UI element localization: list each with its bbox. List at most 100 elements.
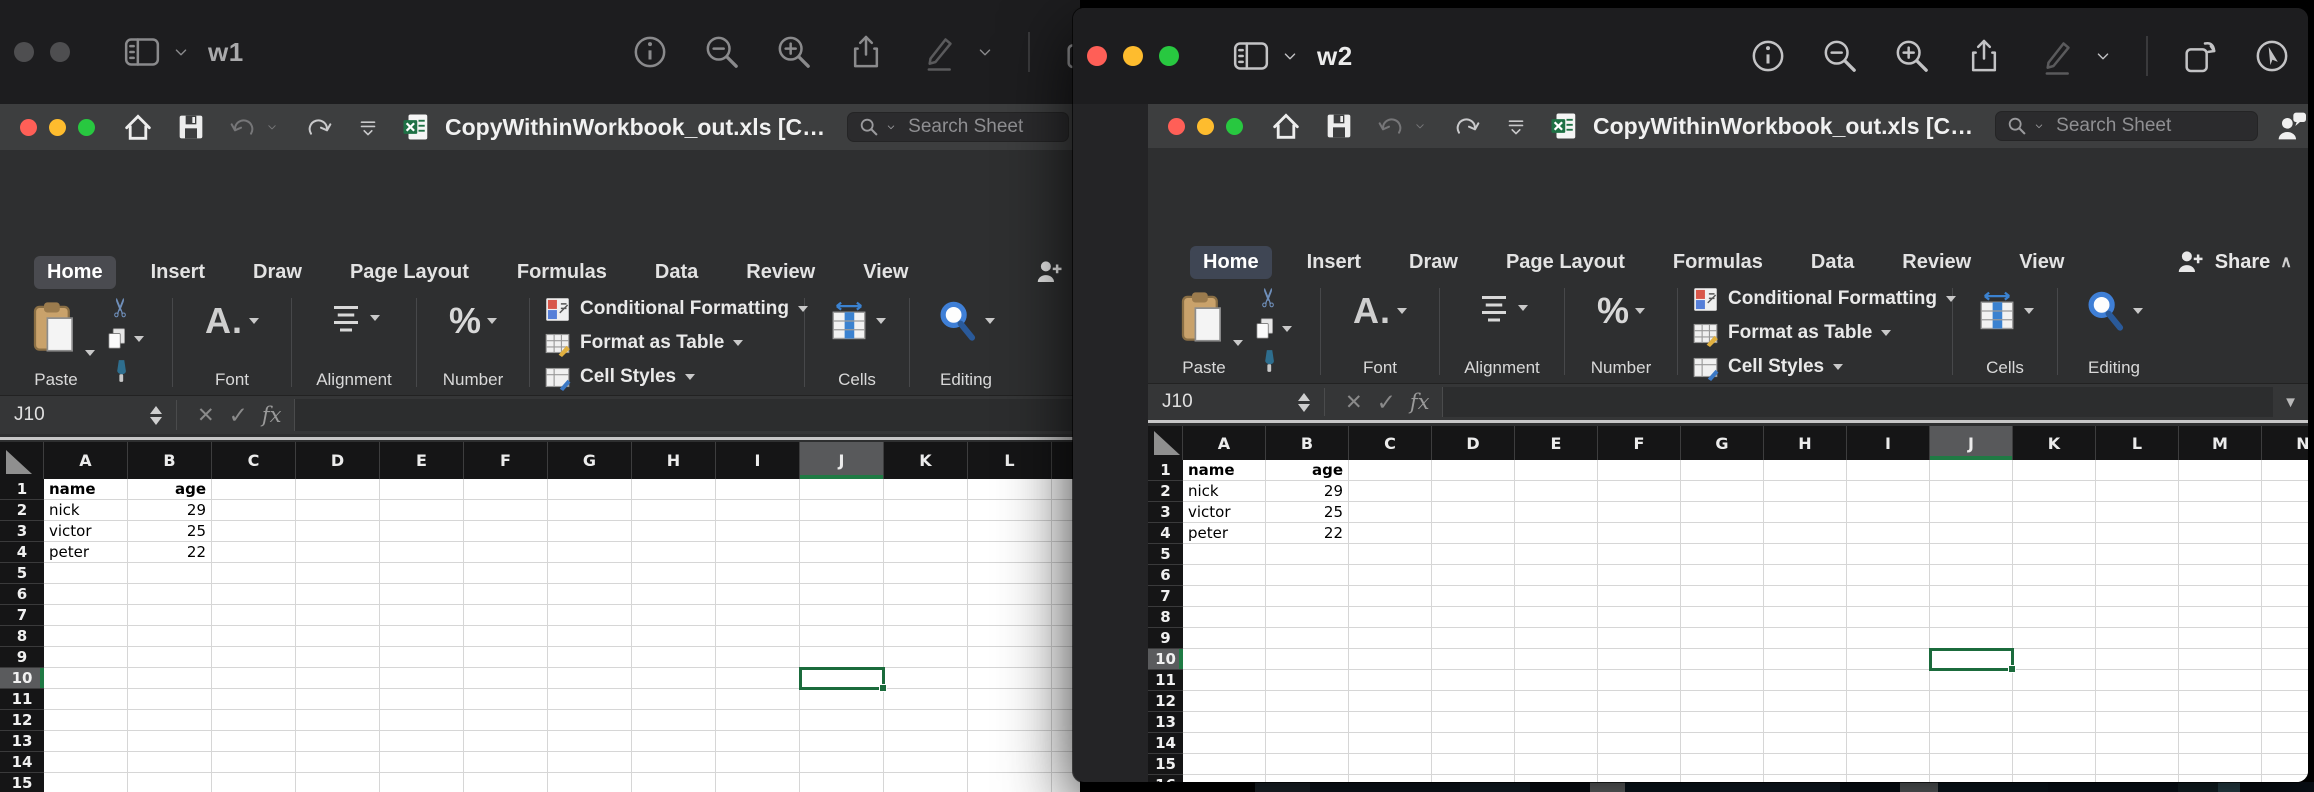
cell-E13[interactable] [380,731,464,752]
cell-D15[interactable] [296,773,380,792]
column-header-E[interactable]: E [1515,426,1598,460]
minimize-button[interactable] [49,119,66,136]
cell-M12[interactable] [2179,691,2262,712]
cell-H6[interactable] [632,584,716,605]
cell-E16[interactable] [1515,775,1598,782]
paste-button[interactable] [1174,286,1243,346]
cell-A3[interactable]: victor [44,521,128,542]
cell-K10[interactable] [884,668,968,689]
cell-J3[interactable] [800,521,884,542]
cell-L7[interactable] [2096,586,2179,607]
info-icon[interactable] [630,32,670,72]
row-header-5[interactable]: 5 [0,563,44,584]
cell-A9[interactable] [1183,628,1266,649]
formula-input[interactable] [1442,387,2274,417]
cell-I3[interactable] [1847,502,1930,523]
cell-F7[interactable] [464,605,548,626]
cell-F12[interactable] [1598,691,1681,712]
cell-H5[interactable] [632,563,716,584]
cell-F2[interactable] [464,500,548,521]
cell-B1[interactable]: age [1266,460,1349,481]
cell-F3[interactable] [1598,502,1681,523]
cell-A16[interactable] [1183,775,1266,782]
cell-F15[interactable] [1598,754,1681,775]
cell-K13[interactable] [2013,712,2096,733]
cell-G14[interactable] [1681,733,1764,754]
cell-A12[interactable] [1183,691,1266,712]
cell-K14[interactable] [884,752,968,773]
row-header-11[interactable]: 11 [1148,670,1183,691]
undo-icon[interactable] [227,111,259,143]
cell-M3[interactable] [2179,502,2262,523]
redo-icon[interactable] [1451,110,1483,142]
cell-G13[interactable] [548,731,632,752]
cell-H16[interactable] [1764,775,1847,782]
cell-G16[interactable] [1681,775,1764,782]
cell-D3[interactable] [1432,502,1515,523]
cells-button[interactable] [1959,290,2051,332]
row-header-4[interactable]: 4 [0,542,44,563]
cell-A7[interactable] [1183,586,1266,607]
cell-C15[interactable] [1349,754,1432,775]
cell-I13[interactable] [1847,712,1930,733]
editing-button[interactable] [2064,290,2164,332]
cell-H11[interactable] [632,689,716,710]
cell-B3[interactable]: 25 [1266,502,1349,523]
cell-G11[interactable] [548,689,632,710]
cell-C10[interactable] [1349,649,1432,670]
cell-I10[interactable] [716,668,800,689]
cell-I14[interactable] [716,752,800,773]
cell-I1[interactable] [1847,460,1930,481]
cell-L8[interactable] [968,626,1052,647]
cell-D11[interactable] [1432,670,1515,691]
save-icon[interactable] [175,111,207,143]
cell-I5[interactable] [1847,544,1930,565]
cell-D1[interactable] [1432,460,1515,481]
cell-C8[interactable] [1349,607,1432,628]
cell-L3[interactable] [968,521,1052,542]
share-icon[interactable] [1964,36,2004,76]
cell-D10[interactable] [296,668,380,689]
cell-E3[interactable] [380,521,464,542]
cell-N15[interactable] [2262,754,2308,775]
cell-B12[interactable] [1266,691,1349,712]
cell-N8[interactable] [2262,607,2308,628]
name-box-stepper[interactable] [1298,393,1310,412]
cell-B1[interactable]: age [128,479,212,500]
info-icon[interactable] [1748,36,1788,76]
cell-E15[interactable] [380,773,464,792]
cell-A15[interactable] [44,773,128,792]
cell-E12[interactable] [380,710,464,731]
cell-N1[interactable] [2262,460,2308,481]
cell-G1[interactable] [1681,460,1764,481]
cell-M9[interactable] [2179,628,2262,649]
cell-I9[interactable] [716,647,800,668]
row-header-9[interactable]: 9 [1148,628,1183,649]
select-all-corner[interactable] [1148,426,1183,460]
row-header-1[interactable]: 1 [1148,460,1183,481]
cell-F5[interactable] [464,563,548,584]
cell-H9[interactable] [632,647,716,668]
column-header-F[interactable]: F [1598,426,1681,460]
undo-icon[interactable] [1375,110,1407,142]
zoom-button[interactable] [1226,118,1243,135]
cell-B7[interactable] [128,605,212,626]
row-header-16[interactable]: 16 [1148,775,1183,782]
search-input[interactable]: Search Sheet [847,112,1069,142]
cell-A1[interactable]: name [1183,460,1266,481]
column-header-J[interactable]: J [1930,426,2013,460]
cell-F5[interactable] [1598,544,1681,565]
cell-D14[interactable] [1432,733,1515,754]
row-header-2[interactable]: 2 [0,500,44,521]
column-header-F[interactable]: F [464,442,548,479]
cell-E12[interactable] [1515,691,1598,712]
cell-N16[interactable] [2262,775,2308,782]
cell-B4[interactable]: 22 [128,542,212,563]
column-header-D[interactable]: D [296,442,380,479]
row-header-9[interactable]: 9 [0,647,44,668]
row-header-12[interactable]: 12 [0,710,44,731]
ribbon-tab-home[interactable]: Home [34,256,116,289]
cell-E7[interactable] [1515,586,1598,607]
cell-L7[interactable] [968,605,1052,626]
cell-L14[interactable] [968,752,1052,773]
